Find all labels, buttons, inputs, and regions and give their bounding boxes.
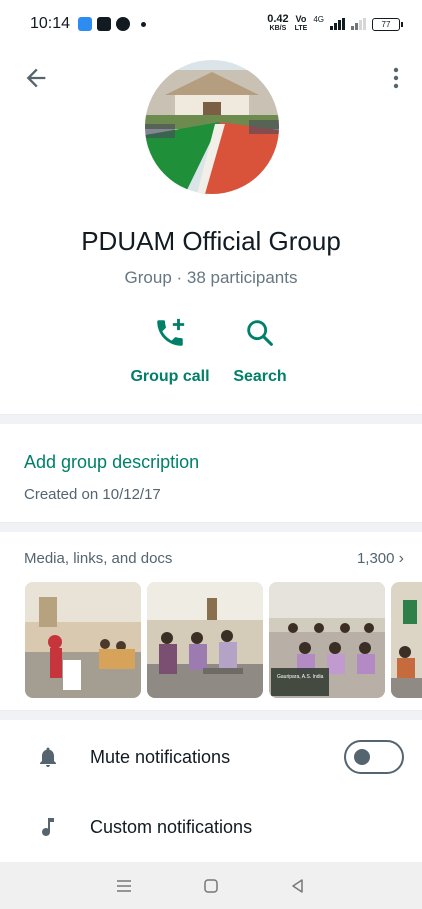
section-divider — [0, 414, 422, 424]
classroom-photo — [391, 582, 422, 698]
music-note-icon — [36, 815, 60, 839]
network-speed: 0.42 KB/S — [267, 13, 289, 33]
add-call-icon — [153, 316, 187, 350]
search-button[interactable]: Search — [205, 316, 315, 386]
created-date: Created on 10/12/17 — [24, 486, 161, 503]
classroom-photo — [25, 582, 141, 698]
menu-icon — [116, 879, 131, 892]
mute-notifications-toggle[interactable] — [344, 740, 404, 774]
photo-caption: Gauripara, A.S. India — [277, 674, 324, 680]
group-photo — [145, 60, 279, 194]
section-divider — [0, 522, 422, 532]
search-icon — [243, 316, 277, 350]
status-time: 10:14 — [30, 15, 71, 32]
group-avatar[interactable] — [145, 60, 279, 194]
group-name: PDUAM Official Group — [81, 226, 341, 256]
media-thumbnail[interactable]: Gauripara, A.S. India — [269, 582, 385, 698]
more-vert-icon — [393, 67, 399, 89]
group-participants: Group · 38 participants — [124, 268, 298, 287]
classroom-photo — [269, 582, 385, 698]
back-nav-button[interactable] — [278, 866, 318, 906]
classroom-photo — [147, 582, 263, 698]
system-navigation-bar — [0, 862, 422, 909]
status-bar: 10:14 0.42 KB/S Vo LTE 4G 77 — [0, 0, 422, 48]
add-group-description-link[interactable]: Add group description — [24, 452, 199, 473]
back-button[interactable] — [22, 64, 50, 92]
signal-icon — [330, 18, 345, 30]
section-divider — [0, 710, 422, 720]
volte-indicator: Vo LTE — [294, 14, 308, 33]
custom-notifications-label: Custom notifications — [90, 816, 253, 837]
recent-apps-button[interactable] — [104, 866, 144, 906]
mute-notifications-row[interactable]: Mute notifications — [0, 729, 422, 785]
more-options-button[interactable] — [384, 64, 408, 92]
media-thumbnail[interactable] — [25, 582, 141, 698]
signal-icon — [351, 18, 366, 30]
app-notification-icon — [78, 17, 93, 31]
network-type: 4G — [313, 15, 324, 24]
chevron-right-icon: › — [398, 550, 404, 567]
app-notification-icon — [116, 17, 131, 31]
triangle-back-icon — [292, 878, 304, 893]
media-count: 1,300 — [356, 550, 395, 567]
search-label: Search — [233, 368, 287, 385]
media-thumbnail[interactable] — [147, 582, 263, 698]
home-button[interactable] — [191, 866, 231, 906]
bell-icon — [36, 745, 60, 769]
media-count-link[interactable]: 1,300 › — [357, 550, 404, 568]
arrow-left-icon — [26, 68, 46, 88]
custom-notifications-row[interactable]: Custom notifications — [0, 799, 422, 855]
battery-icon: 77 — [372, 17, 403, 31]
media-thumbnail[interactable] — [391, 582, 422, 698]
media-thumbnails: Gauripara, A.S. India — [25, 582, 422, 698]
more-notifications-dot — [141, 21, 147, 27]
toggle-knob — [354, 749, 370, 765]
mute-notifications-label: Mute notifications — [90, 746, 231, 767]
youtube-icon — [97, 17, 112, 31]
media-section-title[interactable]: Media, links, and docs — [24, 550, 172, 567]
home-square-icon — [204, 878, 218, 893]
status-indicators: 0.42 KB/S Vo LTE 4G 77 — [267, 13, 403, 33]
